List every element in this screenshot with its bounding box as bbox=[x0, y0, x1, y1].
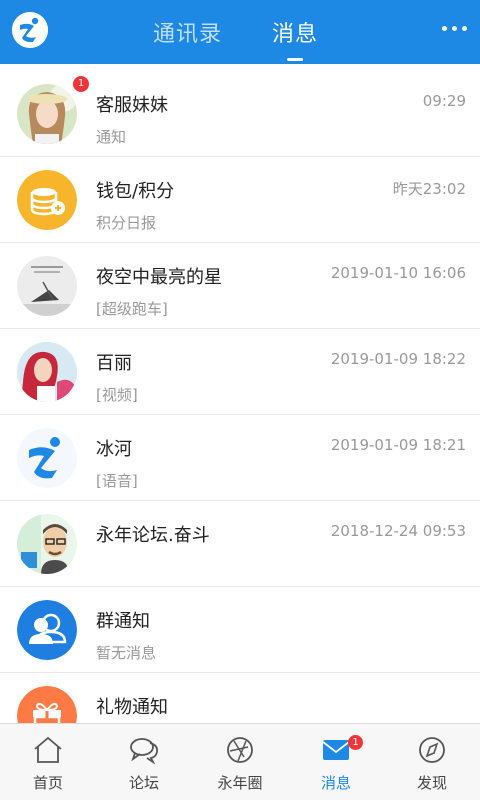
nav-label: 永年圈 bbox=[217, 774, 263, 792]
avatar-girl-photo bbox=[17, 84, 77, 144]
wallet-coins-icon bbox=[17, 170, 77, 230]
contact-name: 冰河 bbox=[96, 439, 132, 460]
nav-discover[interactable]: 发现 bbox=[384, 724, 480, 800]
avatar-woman-photo bbox=[17, 342, 77, 402]
message-row-baili[interactable]: 百丽 2019-01-09 18:22 [视频] bbox=[0, 329, 480, 415]
compass-icon bbox=[419, 737, 445, 763]
tab-contacts[interactable]: 通讯录 bbox=[153, 16, 222, 48]
nav-home[interactable]: 首页 bbox=[0, 724, 96, 800]
contact-name: 夜空中最亮的星 bbox=[96, 267, 222, 288]
contact-name: 永年论坛.奋斗 bbox=[96, 525, 210, 546]
message-row-forum[interactable]: 永年论坛.奋斗 2018-12-24 09:53 bbox=[0, 501, 480, 587]
contact-name: 礼物通知 bbox=[96, 697, 168, 718]
message-row-group-notice[interactable]: 群通知 暂无消息 bbox=[0, 587, 480, 673]
avatar-man-cartoon bbox=[17, 514, 77, 574]
active-tab-indicator bbox=[287, 58, 303, 61]
nav-forum[interactable]: 论坛 bbox=[96, 724, 192, 800]
message-time: 2019-01-09 18:21 bbox=[330, 436, 466, 454]
message-row-wallet[interactable]: 钱包/积分 昨天23:02 积分日报 bbox=[0, 157, 480, 243]
contact-name: 钱包/积分 bbox=[96, 181, 175, 202]
message-time: 昨天23:02 bbox=[392, 180, 466, 198]
message-icon bbox=[322, 740, 350, 760]
message-preview: [超级跑车] bbox=[96, 300, 168, 318]
message-list[interactable]: 1 客服妹妹 09:29 通知 钱包/积分 昨天23:02 积分日报 夜空中最亮… bbox=[0, 71, 480, 723]
more-dots-icon[interactable] bbox=[440, 18, 470, 38]
unread-badge: 1 bbox=[73, 76, 89, 92]
avatar-sketch-photo bbox=[17, 256, 77, 316]
message-preview: [视频] bbox=[96, 386, 138, 404]
avatar-app-logo bbox=[17, 428, 77, 488]
message-time: 2019-01-10 16:06 bbox=[330, 264, 466, 282]
nav-label: 发现 bbox=[416, 774, 447, 792]
chat-bubbles-icon bbox=[130, 738, 159, 765]
app-logo-icon[interactable] bbox=[12, 12, 48, 48]
bottom-navigation: 首页 论坛 永年圈 1 消息 发现 bbox=[0, 723, 480, 800]
contact-name: 客服妹妹 bbox=[96, 95, 168, 116]
message-row-kefu[interactable]: 1 客服妹妹 09:29 通知 bbox=[0, 71, 480, 157]
nav-label: 首页 bbox=[32, 774, 63, 792]
tab-messages[interactable]: 消息 bbox=[272, 16, 318, 48]
message-preview: 通知 bbox=[96, 128, 127, 146]
gift-icon bbox=[17, 686, 77, 723]
message-time: 2019-01-09 18:22 bbox=[330, 350, 466, 368]
nav-unread-badge: 1 bbox=[348, 735, 363, 750]
nav-label: 论坛 bbox=[128, 774, 159, 792]
home-icon bbox=[34, 736, 62, 763]
message-time: 2018-12-24 09:53 bbox=[330, 522, 466, 540]
nav-circle[interactable]: 永年圈 bbox=[192, 724, 288, 800]
aperture-icon bbox=[227, 737, 253, 763]
nav-label: 消息 bbox=[320, 774, 351, 792]
message-time: 09:29 bbox=[422, 92, 466, 110]
message-preview: [语音] bbox=[96, 472, 138, 490]
top-bar: 通讯录 消息 bbox=[0, 0, 480, 64]
message-row-star[interactable]: 夜空中最亮的星 2019-01-10 16:06 [超级跑车] bbox=[0, 243, 480, 329]
contact-name: 群通知 bbox=[96, 611, 150, 632]
nav-messages[interactable]: 1 消息 bbox=[288, 724, 384, 800]
contact-name: 百丽 bbox=[96, 353, 132, 374]
message-row-gift[interactable]: 礼物通知 bbox=[0, 673, 480, 723]
message-preview: 积分日报 bbox=[96, 214, 157, 232]
message-preview: 暂无消息 bbox=[96, 644, 157, 662]
message-row-binghe[interactable]: 冰河 2019-01-09 18:21 [语音] bbox=[0, 415, 480, 501]
group-people-icon bbox=[17, 600, 77, 660]
